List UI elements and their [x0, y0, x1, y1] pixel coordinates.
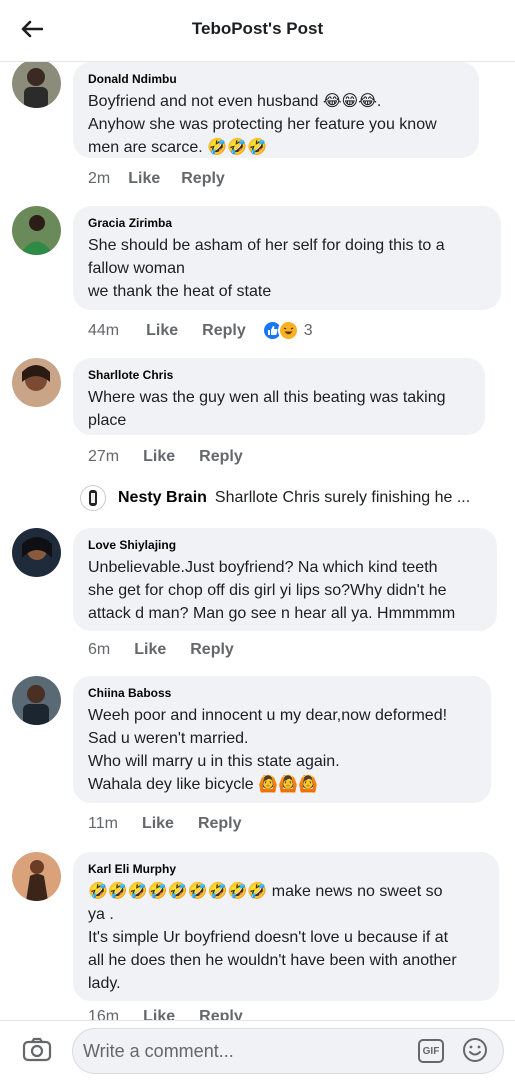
reply-button[interactable]: Reply: [202, 322, 246, 340]
avatar[interactable]: [12, 528, 61, 577]
comment-text: Where was the guy wen all this beating w…: [88, 389, 446, 429]
avatar[interactable]: [12, 358, 61, 407]
top-bar: TeboPost's Post: [0, 0, 515, 62]
camera-button[interactable]: [22, 1036, 54, 1066]
comment-time[interactable]: 44m: [88, 322, 119, 340]
avatar[interactable]: [12, 206, 61, 255]
comment-actions: 6m Like Reply: [88, 641, 255, 659]
like-button[interactable]: Like: [143, 1008, 175, 1020]
comment-bubble[interactable]: Donald Ndimbu Boyfriend and not even hus…: [73, 62, 479, 158]
like-button[interactable]: Like: [143, 448, 175, 466]
comment-bubble[interactable]: Love Shiylajing Unbelievable.Just boyfri…: [73, 528, 497, 631]
comment-actions: 27m Like Reply: [88, 448, 264, 466]
reply-button[interactable]: Reply: [190, 641, 234, 659]
comment-time[interactable]: 2m: [88, 170, 110, 188]
comment-time[interactable]: 6m: [88, 641, 110, 659]
comment-text: She should be asham of her self for doin…: [88, 237, 445, 300]
reaction-count: 3: [303, 321, 313, 339]
comment-author[interactable]: Chiina Baboss: [88, 686, 477, 700]
reply-button[interactable]: Reply: [198, 815, 242, 833]
like-button[interactable]: Like: [142, 815, 174, 833]
avatar[interactable]: [12, 852, 61, 901]
like-button[interactable]: Like: [128, 170, 160, 188]
reply-button[interactable]: Reply: [181, 170, 225, 188]
comment-actions: 2m Like Reply: [88, 170, 246, 188]
reply-text: Sharllote Chris surely finishing he ...: [214, 489, 471, 506]
comment-bubble[interactable]: Gracia Zirimba She should be asham of he…: [73, 206, 501, 310]
comment-composer: GIF: [0, 1020, 515, 1080]
like-button[interactable]: Like: [134, 641, 166, 659]
reply-author[interactable]: Nesty Brain: [118, 489, 207, 507]
comment-bubble[interactable]: Karl Eli Murphy 🤣🤣🤣🤣🤣🤣🤣🤣🤣 make news no s…: [73, 852, 499, 1001]
reply-button[interactable]: Reply: [199, 1008, 243, 1020]
avatar: [80, 485, 106, 511]
haha-reaction-icon: [277, 320, 299, 341]
comment-text: Unbelievable.Just boyfriend? Na which ki…: [88, 559, 456, 622]
comment-text: Boyfriend and not even husband 😂😁😂. Anyh…: [88, 93, 437, 156]
emoji-button[interactable]: [462, 1037, 488, 1063]
avatar[interactable]: [12, 62, 61, 108]
comment-author[interactable]: Donald Ndimbu: [88, 72, 465, 86]
avatar[interactable]: [12, 676, 61, 725]
comment-actions: 11m Like Reply: [88, 815, 263, 833]
comment-time[interactable]: 27m: [88, 448, 119, 466]
page-title: TeboPost's Post: [191, 19, 324, 38]
reply-preview[interactable]: Nesty Brain Sharllote Chris surely finis…: [80, 483, 500, 513]
comment-actions: 44m Like Reply 3: [88, 320, 313, 341]
camera-icon: [22, 1037, 52, 1062]
comment-author[interactable]: Karl Eli Murphy: [88, 862, 485, 876]
comments-list[interactable]: Donald Ndimbu Boyfriend and not even hus…: [0, 62, 515, 1020]
gif-button[interactable]: GIF: [418, 1039, 444, 1063]
comment-actions: 16m Like Reply: [88, 1008, 264, 1020]
comment-time[interactable]: 11m: [88, 815, 118, 833]
reaction-summary[interactable]: 3: [261, 320, 313, 341]
comment-bubble[interactable]: Chiina Baboss Weeh poor and innocent u m…: [73, 676, 491, 803]
comment-time[interactable]: 16m: [88, 1008, 119, 1020]
comment-author[interactable]: Love Shiylajing: [88, 538, 483, 552]
smiley-icon: [463, 1038, 487, 1062]
comment-text: 🤣🤣🤣🤣🤣🤣🤣🤣🤣 make news no sweet so ya . It'…: [88, 883, 457, 992]
comment-author[interactable]: Sharllote Chris: [88, 368, 471, 382]
reply-button[interactable]: Reply: [199, 448, 243, 466]
comment-bubble[interactable]: Sharllote Chris Where was the guy wen al…: [73, 358, 485, 435]
comment-author[interactable]: Gracia Zirimba: [88, 216, 487, 230]
like-button[interactable]: Like: [146, 322, 178, 340]
comment-text: Weeh poor and innocent u my dear,now def…: [88, 707, 448, 793]
